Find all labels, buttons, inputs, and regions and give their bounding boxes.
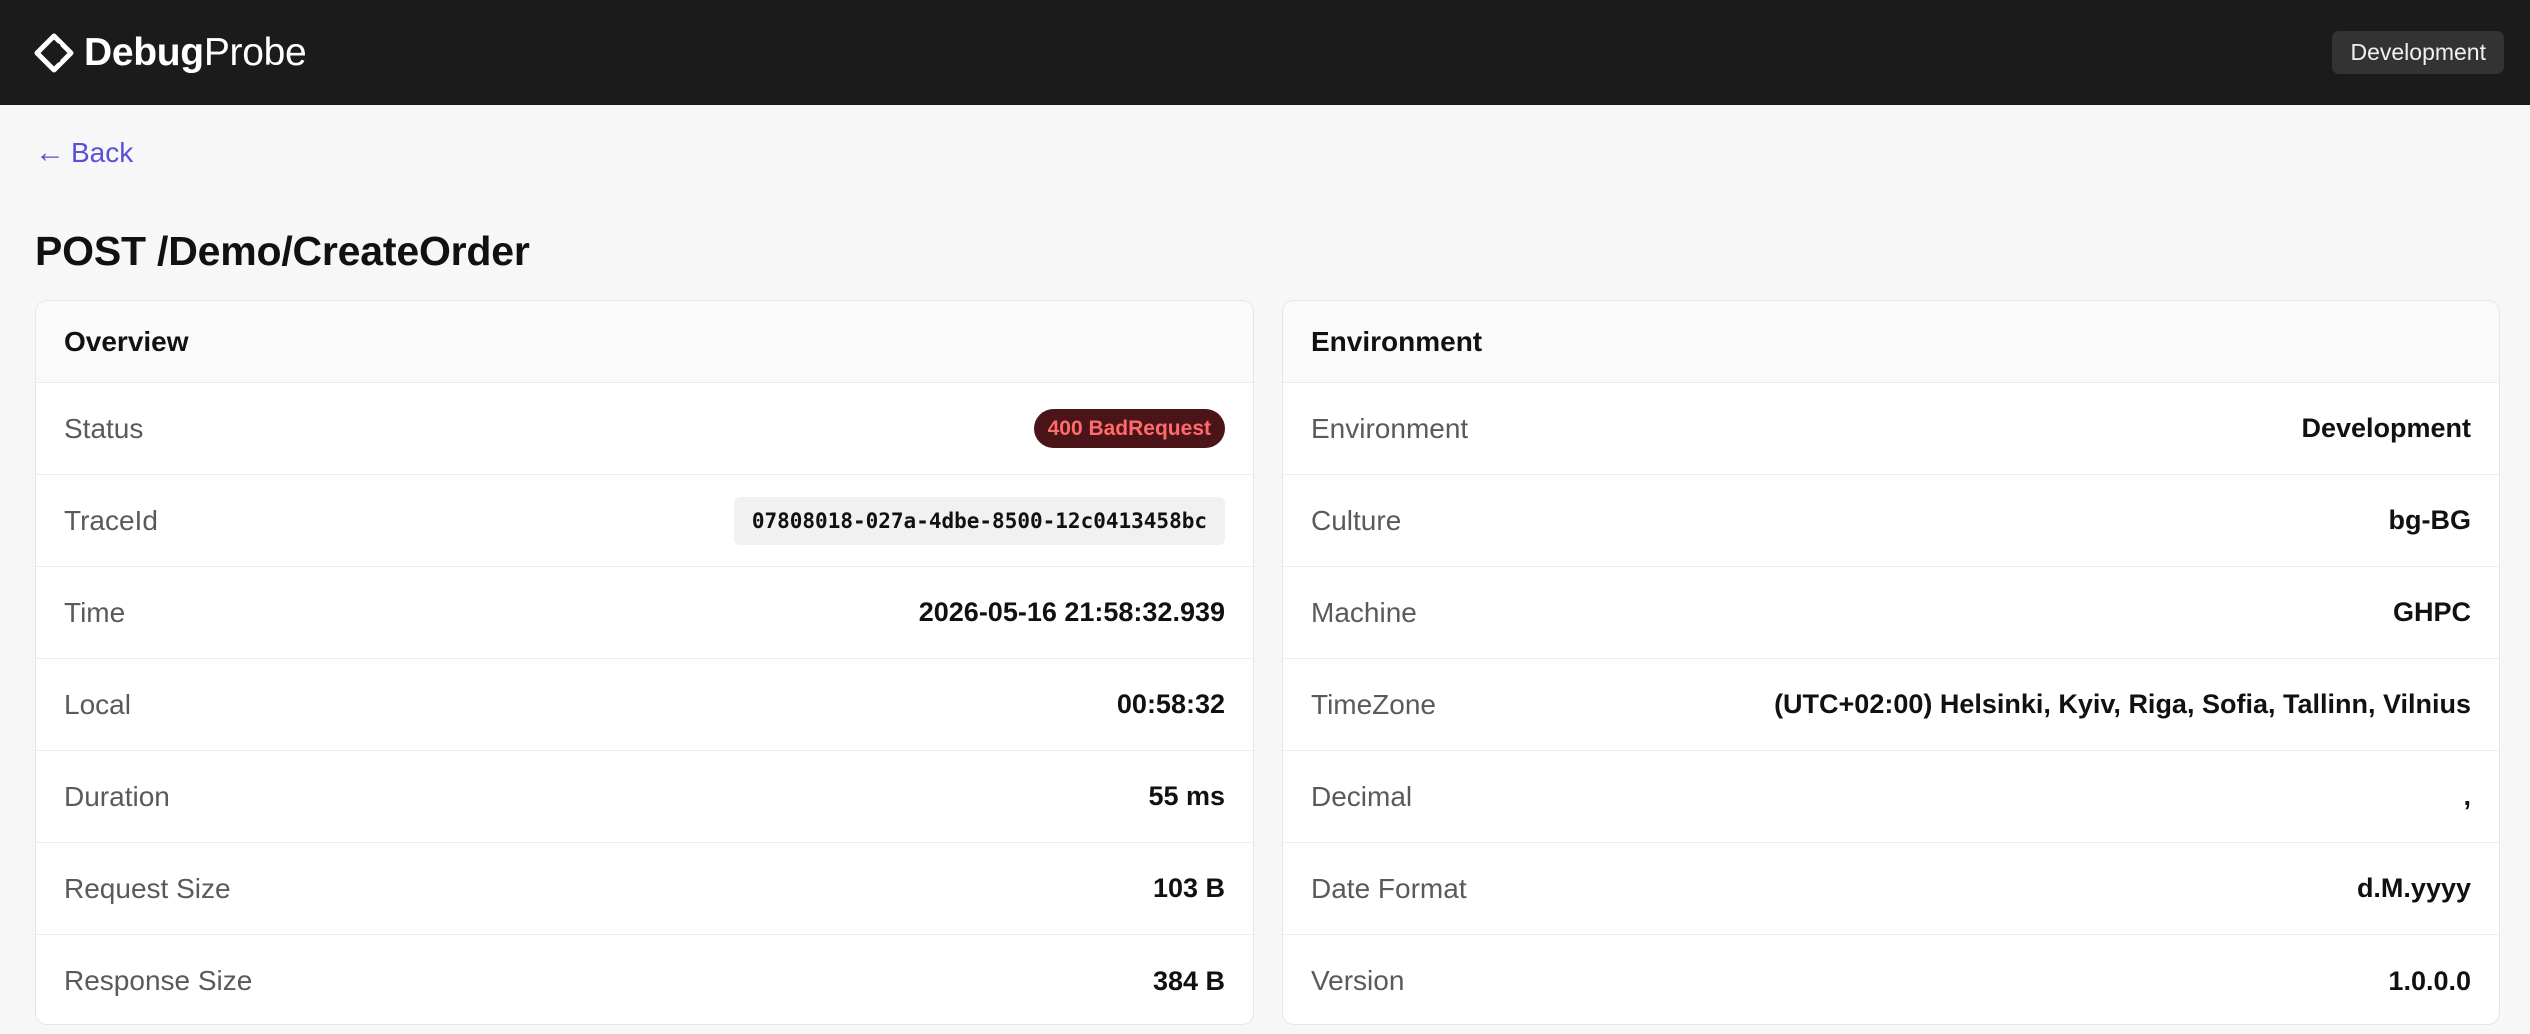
row-label: Local bbox=[64, 688, 131, 720]
overview-row-status: Status 400 BadRequest bbox=[36, 383, 1253, 475]
row-label: Status bbox=[64, 412, 144, 444]
row-label: Environment bbox=[1311, 412, 1469, 444]
environment-row-environment: Environment Development bbox=[1283, 383, 2499, 475]
environment-card-title: Environment bbox=[1283, 301, 2499, 383]
environment-row-version: Version 1.0.0.0 bbox=[1283, 935, 2499, 1024]
row-label: Version bbox=[1311, 965, 1405, 996]
row-value: 1.0.0.0 bbox=[2388, 965, 2471, 996]
brand-name-strong: Debug bbox=[84, 31, 204, 74]
environment-row-date-format: Date Format d.M.yyyy bbox=[1283, 843, 2499, 935]
back-link-label: Back bbox=[71, 137, 134, 168]
row-value: 103 B bbox=[1152, 873, 1225, 903]
row-value: 384 B bbox=[1152, 965, 1225, 996]
status-badge: 400 BadRequest bbox=[1033, 408, 1225, 449]
brand-name: DebugProbe bbox=[84, 31, 307, 74]
overview-card-title: Overview bbox=[36, 301, 1253, 383]
row-label: Date Format bbox=[1311, 872, 1467, 904]
row-value: d.M.yyyy bbox=[2356, 873, 2471, 903]
overview-row-response-size: Response Size 384 B bbox=[36, 935, 1253, 1024]
environment-card: Environment Environment Development Cult… bbox=[1282, 300, 2500, 1025]
row-value: 00:58:32 bbox=[1116, 689, 1225, 719]
environment-row-culture: Culture bg-BG bbox=[1283, 475, 2499, 567]
environment-row-machine: Machine GHPC bbox=[1283, 567, 2499, 659]
row-value: bg-BG bbox=[2388, 505, 2471, 535]
overview-card: Overview Status 400 BadRequest TraceId 0… bbox=[35, 300, 1254, 1025]
brand-name-light: Probe bbox=[203, 31, 307, 74]
overview-row-request-size: Request Size 103 B bbox=[36, 843, 1253, 935]
row-label: TimeZone bbox=[1311, 688, 1437, 720]
row-label: Machine bbox=[1311, 596, 1417, 628]
trace-id-value[interactable]: 07808018-027a-4dbe-8500-12c0413458bc bbox=[733, 496, 1225, 545]
row-label: Duration bbox=[64, 780, 170, 812]
row-label: Decimal bbox=[1311, 780, 1413, 812]
row-value: GHPC bbox=[2392, 597, 2471, 627]
back-arrow-icon: ← bbox=[35, 136, 65, 169]
row-label: TraceId bbox=[64, 504, 158, 536]
diamond-chevron-icon bbox=[32, 31, 76, 75]
environment-badge: Development bbox=[2332, 30, 2504, 75]
overview-row-duration: Duration 55 ms bbox=[36, 751, 1253, 843]
row-label: Culture bbox=[1311, 504, 1402, 536]
overview-row-traceid: TraceId 07808018-027a-4dbe-8500-12c04134… bbox=[36, 475, 1253, 567]
row-label: Time bbox=[64, 596, 126, 628]
environment-row-decimal: Decimal , bbox=[1283, 751, 2499, 843]
row-value: , bbox=[2463, 781, 2471, 811]
page-title: POST /Demo/CreateOrder bbox=[35, 228, 530, 274]
brand[interactable]: DebugProbe bbox=[32, 31, 307, 75]
row-value: 55 ms bbox=[1148, 781, 1225, 811]
environment-row-timezone: TimeZone (UTC+02:00) Helsinki, Kyiv, Rig… bbox=[1283, 659, 2499, 751]
row-label: Response Size bbox=[64, 965, 253, 996]
overview-row-local: Local 00:58:32 bbox=[36, 659, 1253, 751]
overview-row-time: Time 2026-05-16 21:58:32.939 bbox=[36, 567, 1253, 659]
row-label: Request Size bbox=[64, 872, 231, 904]
back-link[interactable]: ← Back bbox=[35, 136, 133, 170]
row-value: (UTC+02:00) Helsinki, Kyiv, Riga, Sofia,… bbox=[1774, 689, 2471, 719]
row-value: 2026-05-16 21:58:32.939 bbox=[918, 597, 1225, 627]
top-bar: DebugProbe Development bbox=[0, 0, 2530, 105]
row-value: Development bbox=[2301, 413, 2471, 443]
